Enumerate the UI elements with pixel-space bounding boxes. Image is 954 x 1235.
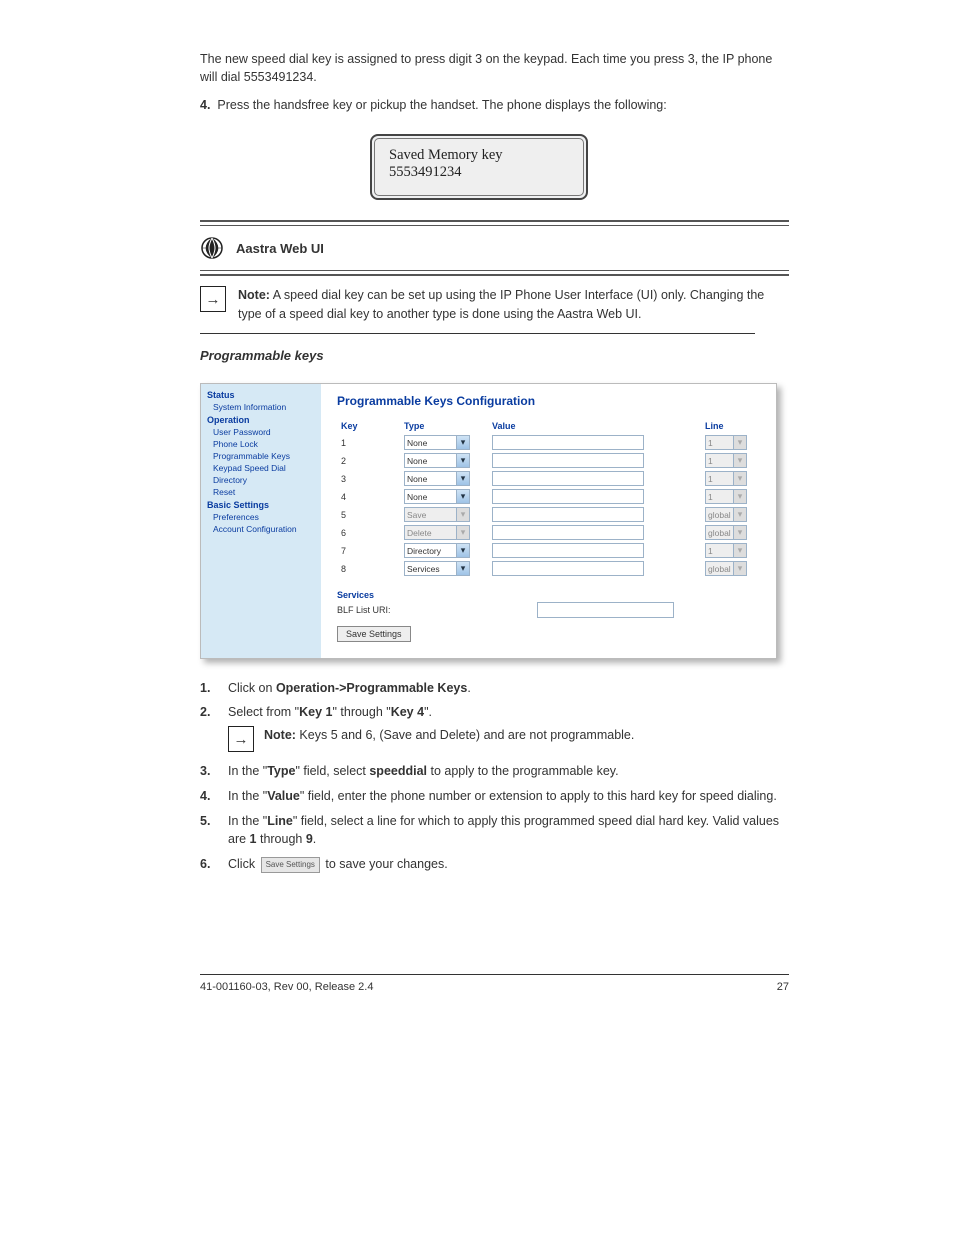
chevron-down-icon: ▾ [456, 490, 469, 503]
webui-sidebar: Status System Information Operation User… [201, 384, 321, 658]
footer-left: 41-001160-03, Rev 00, Release 2.4 [200, 981, 373, 993]
rule-under-note [200, 333, 755, 334]
value-input[interactable] [492, 543, 644, 558]
rule-mid [200, 270, 789, 276]
chevron-down-icon: ▾ [456, 544, 469, 557]
type-select: Save▾ [404, 507, 470, 522]
type-select[interactable]: Services▾ [404, 561, 470, 576]
sidebar-item[interactable]: Preferences [213, 511, 315, 523]
webui-title: Programmable Keys Configuration [337, 394, 764, 408]
step-item: 1.Click on Operation->Programmable Keys. [200, 679, 789, 698]
footer-right: 27 [777, 981, 789, 993]
save-settings-button[interactable]: Save Settings [337, 626, 411, 642]
value-input[interactable] [492, 525, 644, 540]
sidebar-item[interactable]: Account Configuration [213, 523, 315, 535]
line-select: global▾ [705, 525, 747, 540]
chevron-down-icon: ▾ [733, 562, 746, 575]
chevron-down-icon: ▾ [733, 436, 746, 449]
table-row: 8Services▾global▾ [337, 560, 764, 578]
note-icon: → [200, 286, 226, 312]
chevron-down-icon: ▾ [456, 526, 469, 539]
value-input[interactable] [492, 561, 644, 576]
sidebar-item[interactable]: User Password [213, 426, 315, 438]
type-select[interactable]: Directory▾ [404, 543, 470, 558]
table-row: 3None▾1▾ [337, 470, 764, 488]
value-input[interactable] [492, 507, 644, 522]
steps-list: 1.Click on Operation->Programmable Keys.… [200, 679, 789, 874]
note-label: Note: [238, 288, 270, 302]
table-row: 6Delete▾global▾ [337, 524, 764, 542]
line-select: 1▾ [705, 489, 747, 504]
chevron-down-icon: ▾ [456, 508, 469, 521]
step-item: 6.Click Save Settings to save your chang… [200, 855, 789, 874]
chevron-down-icon: ▾ [733, 526, 746, 539]
save-settings-inline-button: Save Settings [261, 857, 320, 873]
instruction-4: 4. Press the handsfree key or pickup the… [200, 96, 789, 114]
line-select: 1▾ [705, 543, 747, 558]
type-select[interactable]: None▾ [404, 471, 470, 486]
line-select: global▾ [705, 561, 747, 576]
section-heading: Programmable keys [200, 348, 789, 363]
side-sysinfo[interactable]: System Information [213, 401, 315, 413]
sidebar-item[interactable]: Programmable Keys [213, 450, 315, 462]
side-basic: Basic Settings [207, 500, 315, 510]
step-item: 2.Select from "Key 1" through "Key 4".→N… [200, 703, 789, 756]
value-input[interactable] [492, 453, 644, 468]
table-row: 2None▾1▾ [337, 452, 764, 470]
step-item: 4.In the "Value" field, enter the phone … [200, 787, 789, 806]
chevron-down-icon: ▾ [456, 436, 469, 449]
value-input[interactable] [492, 435, 644, 450]
webui-screenshot: Status System Information Operation User… [200, 383, 777, 659]
table-row: 5Save▾global▾ [337, 506, 764, 524]
chevron-down-icon: ▾ [733, 544, 746, 557]
table-row: 1None▾1▾ [337, 434, 764, 452]
table-row: 7Directory▾1▾ [337, 542, 764, 560]
chevron-down-icon: ▾ [733, 508, 746, 521]
line-select: 1▾ [705, 471, 747, 486]
services-heading: Services [337, 590, 764, 600]
foreword: The new speed dial key is assigned to pr… [200, 50, 789, 86]
chevron-down-icon: ▾ [456, 472, 469, 485]
step-item: 3.In the "Type" field, select speeddial … [200, 762, 789, 781]
type-select[interactable]: None▾ [404, 453, 470, 468]
line-select: global▾ [705, 507, 747, 522]
type-select: Delete▾ [404, 525, 470, 540]
note-icon: → [228, 726, 254, 752]
table-row: 4None▾1▾ [337, 488, 764, 506]
type-select[interactable]: None▾ [404, 435, 470, 450]
note-text: A speed dial key can be set up using the… [238, 288, 764, 320]
lcd-memory-key: Saved Memory key 5553491234 [370, 134, 588, 200]
sidebar-item[interactable]: Phone Lock [213, 438, 315, 450]
keys-table: Key Type Value Line 1None▾1▾2None▾1▾3Non… [337, 418, 764, 578]
globe-icon [200, 236, 224, 260]
chevron-down-icon: ▾ [733, 454, 746, 467]
chevron-down-icon: ▾ [456, 454, 469, 467]
value-input[interactable] [492, 471, 644, 486]
lcd-line-2: 5553491234 [389, 164, 573, 181]
side-status: Status [207, 390, 315, 400]
sidebar-item[interactable]: Keypad Speed Dial [213, 462, 315, 474]
rule-top [200, 220, 789, 226]
step-item: 5.In the "Line" field, select a line for… [200, 812, 789, 850]
sidebar-item[interactable]: Directory [213, 474, 315, 486]
chevron-down-icon: ▾ [456, 562, 469, 575]
type-select[interactable]: None▾ [404, 489, 470, 504]
chevron-down-icon: ▾ [733, 490, 746, 503]
side-operation: Operation [207, 415, 315, 425]
footer-rule [200, 974, 789, 975]
web-ui-label: Aastra Web UI [236, 241, 324, 256]
blf-input[interactable] [537, 602, 674, 618]
blf-label: BLF List URI: [337, 605, 527, 615]
value-input[interactable] [492, 489, 644, 504]
line-select: 1▾ [705, 453, 747, 468]
line-select: 1▾ [705, 435, 747, 450]
lcd-line-1: Saved Memory key [389, 147, 573, 164]
sidebar-item[interactable]: Reset [213, 486, 315, 498]
chevron-down-icon: ▾ [733, 472, 746, 485]
